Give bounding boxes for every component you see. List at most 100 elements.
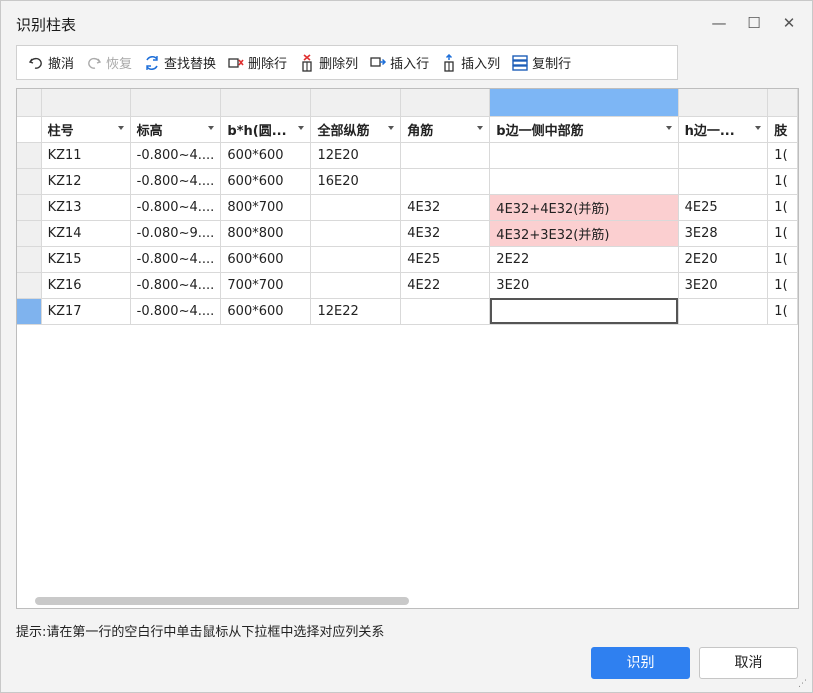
grid-cell[interactable] xyxy=(489,142,679,169)
grid-cell[interactable]: -0.080~9.... xyxy=(130,220,222,247)
column-header[interactable]: h边一... xyxy=(678,116,769,143)
row-header-selected[interactable] xyxy=(17,298,42,325)
grid-cell[interactable]: 3E20 xyxy=(678,272,769,299)
dropdown-arrow-icon[interactable] xyxy=(755,125,762,130)
delete-col-button[interactable]: 删除列 xyxy=(294,50,362,76)
grid-cell[interactable]: 700*700 xyxy=(220,272,312,299)
grid-cell[interactable]: 12E22 xyxy=(310,298,402,325)
grid-cell[interactable]: 4E25 xyxy=(400,246,491,273)
insert-col-button[interactable]: 插入列 xyxy=(436,50,504,76)
find-replace-button[interactable]: 查找替换 xyxy=(139,50,220,76)
grid-cell[interactable]: 1( xyxy=(767,168,798,195)
grid-cell[interactable]: 4E32 xyxy=(400,220,491,247)
mapping-cell[interactable] xyxy=(41,89,131,117)
grid-cell[interactable] xyxy=(310,246,402,273)
grid-cell[interactable] xyxy=(400,142,491,169)
grid-cell[interactable]: 16E20 xyxy=(310,168,402,195)
column-table-grid[interactable]: 柱号 标高 b*h(圆... 全部纵筋 角筋 b边一侧中部筋 h边一... 肢 … xyxy=(16,88,799,609)
grid-cell[interactable]: 4E32 xyxy=(400,194,491,221)
mapping-cell-selected[interactable] xyxy=(489,89,679,117)
column-header[interactable]: 角筋 xyxy=(400,116,491,143)
copy-row-button[interactable]: 复制行 xyxy=(507,50,575,76)
column-header[interactable]: b边一侧中部筋 xyxy=(489,116,679,143)
mapping-cell[interactable] xyxy=(220,89,312,117)
row-header[interactable] xyxy=(17,220,42,247)
grid-cell[interactable]: 600*600 xyxy=(220,142,312,169)
grid-cell[interactable]: -0.800~4.... xyxy=(130,194,222,221)
grid-cell[interactable]: 3E28 xyxy=(678,220,769,247)
grid-cell[interactable]: KZ12 xyxy=(41,168,131,195)
row-header[interactable] xyxy=(17,142,42,169)
row-header[interactable] xyxy=(17,194,42,221)
mapping-cell[interactable] xyxy=(400,89,491,117)
grid-cell[interactable]: 1( xyxy=(767,220,798,247)
grid-cell[interactable] xyxy=(400,298,491,325)
grid-cell[interactable]: 1( xyxy=(767,194,798,221)
grid-cell[interactable]: 2E22 xyxy=(489,246,679,273)
grid-cell[interactable]: KZ15 xyxy=(41,246,131,273)
grid-cell[interactable]: KZ13 xyxy=(41,194,131,221)
grid-cell[interactable]: 3E20 xyxy=(489,272,679,299)
grid-cell[interactable] xyxy=(310,272,402,299)
grid-cell[interactable]: -0.800~4.... xyxy=(130,272,222,299)
recognize-button[interactable]: 识别 xyxy=(591,647,690,679)
row-header[interactable] xyxy=(17,116,42,143)
grid-cell[interactable]: 2E20 xyxy=(678,246,769,273)
dropdown-arrow-icon[interactable] xyxy=(298,125,305,130)
grid-cell[interactable]: 1( xyxy=(767,246,798,273)
minimize-button[interactable]: — xyxy=(706,10,732,36)
grid-cell[interactable]: 600*600 xyxy=(220,298,312,325)
mapping-cell[interactable] xyxy=(767,89,798,117)
grid-cell[interactable]: KZ11 xyxy=(41,142,131,169)
grid-cell-highlighted[interactable]: 4E32+3E32(并筋) xyxy=(489,220,679,247)
grid-cell[interactable] xyxy=(678,298,769,325)
column-header[interactable]: 全部纵筋 xyxy=(310,116,402,143)
undo-button[interactable]: 撤消 xyxy=(23,50,78,76)
grid-cell[interactable]: 800*700 xyxy=(220,194,312,221)
grid-cell-focused[interactable] xyxy=(489,298,679,325)
dropdown-arrow-icon[interactable] xyxy=(388,125,395,130)
grid-cell[interactable] xyxy=(678,168,769,195)
dropdown-arrow-icon[interactable] xyxy=(477,125,484,130)
grid-cell[interactable] xyxy=(489,168,679,195)
delete-row-button[interactable]: 删除行 xyxy=(223,50,291,76)
grid-cell[interactable]: 4E25 xyxy=(678,194,769,221)
cancel-button[interactable]: 取消 xyxy=(699,647,798,679)
column-header[interactable]: 标高 xyxy=(130,116,222,143)
grid-cell[interactable]: 1( xyxy=(767,298,798,325)
grid-cell[interactable]: -0.800~4.... xyxy=(130,168,222,195)
mapping-cell[interactable] xyxy=(310,89,402,117)
grid-cell[interactable]: KZ17 xyxy=(41,298,131,325)
dropdown-arrow-icon[interactable] xyxy=(208,125,215,130)
grid-cell[interactable]: 4E22 xyxy=(400,272,491,299)
column-header[interactable]: 肢 xyxy=(767,116,798,143)
maximize-button[interactable]: ☐ xyxy=(741,10,767,36)
grid-cell[interactable]: 12E20 xyxy=(310,142,402,169)
grid-cell[interactable] xyxy=(310,220,402,247)
close-button[interactable]: ✕ xyxy=(776,10,802,36)
resize-grip-icon[interactable]: ⋰ xyxy=(798,679,807,689)
grid-cell[interactable]: KZ16 xyxy=(41,272,131,299)
row-header[interactable] xyxy=(17,246,42,273)
column-header[interactable]: 柱号 xyxy=(41,116,131,143)
grid-cell[interactable]: KZ14 xyxy=(41,220,131,247)
dropdown-arrow-icon[interactable] xyxy=(117,125,124,130)
grid-cell[interactable]: -0.800~4.... xyxy=(130,298,222,325)
grid-cell[interactable] xyxy=(678,142,769,169)
grid-cell[interactable] xyxy=(400,168,491,195)
grid-cell[interactable]: 800*800 xyxy=(220,220,312,247)
mapping-cell[interactable] xyxy=(678,89,769,117)
grid-cell[interactable]: 1( xyxy=(767,142,798,169)
grid-cell[interactable] xyxy=(310,194,402,221)
grid-cell-highlighted[interactable]: 4E32+4E32(并筋) xyxy=(489,194,679,221)
dropdown-arrow-icon[interactable] xyxy=(665,125,672,130)
mapping-cell[interactable] xyxy=(130,89,222,117)
row-header[interactable] xyxy=(17,168,42,195)
grid-cell[interactable]: 600*600 xyxy=(220,246,312,273)
grid-cell[interactable]: 1( xyxy=(767,272,798,299)
horizontal-scrollbar[interactable] xyxy=(35,597,409,605)
grid-cell[interactable]: -0.800~4.... xyxy=(130,246,222,273)
column-header[interactable]: b*h(圆... xyxy=(220,116,312,143)
redo-button[interactable]: 恢复 xyxy=(81,50,136,76)
grid-cell[interactable]: 600*600 xyxy=(220,168,312,195)
